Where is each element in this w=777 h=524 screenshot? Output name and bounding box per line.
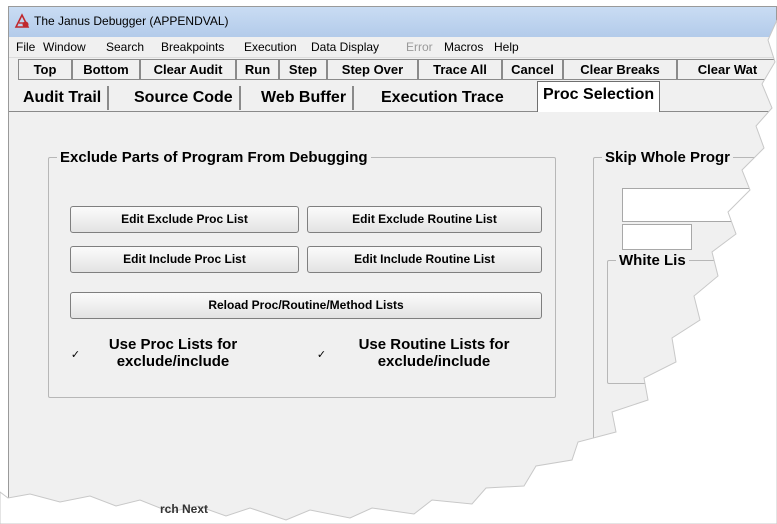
menu-help[interactable]: Help: [494, 40, 519, 54]
use-routine-lists-label: Use Routine Lists for exclude/include: [334, 336, 534, 370]
use-routine-lists-label-line2: exclude/include: [377, 353, 491, 370]
skip-program-list[interactable]: [622, 188, 777, 222]
edit-include-proc-list-button[interactable]: Edit Include Proc List: [70, 246, 299, 273]
menu-breakpoints[interactable]: Breakpoints: [161, 40, 224, 54]
app-icon: [14, 13, 30, 28]
use-proc-lists-label-line1: Use Proc Lists for: [108, 336, 238, 353]
menu-bar: File Window Search Breakpoints Execution Data…: [9, 37, 776, 58]
menu-search[interactable]: Search: [106, 40, 144, 54]
toolbar-clear-wat-button[interactable]: Clear Wat: [677, 59, 777, 80]
menu-error: Error: [406, 40, 433, 54]
tab-source-code[interactable]: Source Code: [134, 86, 241, 110]
tab-proc-selection[interactable]: Proc Selection: [537, 81, 661, 112]
tab-audit-trail[interactable]: Audit Trail: [23, 86, 110, 110]
menu-execution[interactable]: Execution: [244, 40, 297, 54]
skip-program-input[interactable]: [622, 224, 692, 250]
toolbar: Top Bottom Clear Audit Run Step Step Over Trac…: [9, 58, 777, 82]
skip-group-title: Skip Whole Progr: [605, 149, 731, 166]
white-list-group: White Lis: [607, 252, 777, 384]
tab-bar: Audit Trail Source Code Web Buffer Executio…: [9, 81, 776, 112]
menu-data-display[interactable]: Data Display: [311, 40, 379, 54]
use-proc-lists-checkbox[interactable]: ✓: [70, 350, 81, 361]
title-bar: The Janus Debugger (APPENDVAL): [9, 7, 776, 37]
use-routine-lists-checkbox[interactable]: ✓: [316, 350, 327, 361]
toolbar-run-button[interactable]: Run: [236, 59, 279, 80]
debugger-window: The Janus Debugger (APPENDVAL) File Windo…: [8, 6, 777, 524]
toolbar-bottom-button[interactable]: Bottom: [72, 59, 140, 80]
menu-macros[interactable]: Macros: [444, 40, 483, 54]
toolbar-top-button[interactable]: Top: [18, 59, 72, 80]
menu-file[interactable]: File: [16, 40, 35, 54]
tab-web-buffer[interactable]: Web Buffer: [261, 86, 355, 110]
proc-selection-panel: Exclude Parts of Program From Debugging …: [10, 112, 777, 524]
toolbar-cancel-button[interactable]: Cancel: [502, 59, 563, 80]
edit-exclude-proc-list-button[interactable]: Edit Exclude Proc List: [70, 206, 299, 233]
edit-include-routine-list-button[interactable]: Edit Include Routine List: [307, 246, 542, 273]
reload-lists-button[interactable]: Reload Proc/Routine/Method Lists: [70, 292, 542, 319]
search-next-fragment: rch Next: [160, 502, 209, 516]
white-list-title: White Lis: [619, 252, 686, 269]
use-proc-lists-label: Use Proc Lists for exclude/include: [88, 336, 258, 370]
menu-window[interactable]: Window: [43, 40, 86, 54]
toolbar-clear-audit-button[interactable]: Clear Audit: [140, 59, 236, 80]
toolbar-trace-all-button[interactable]: Trace All: [418, 59, 502, 80]
toolbar-clear-breaks-button[interactable]: Clear Breaks: [563, 59, 677, 80]
edit-exclude-routine-list-button[interactable]: Edit Exclude Routine List: [307, 206, 542, 233]
tab-execution-trace[interactable]: Execution Trace: [381, 86, 504, 110]
toolbar-step-button[interactable]: Step: [279, 59, 327, 80]
use-proc-lists-label-line2: exclude/include: [116, 353, 230, 370]
window-title: The Janus Debugger (APPENDVAL): [34, 14, 229, 28]
use-routine-lists-label-line1: Use Routine Lists for: [358, 336, 510, 353]
exclude-group-title: Exclude Parts of Program From Debugging: [60, 149, 368, 166]
toolbar-step-over-button[interactable]: Step Over: [327, 59, 418, 80]
